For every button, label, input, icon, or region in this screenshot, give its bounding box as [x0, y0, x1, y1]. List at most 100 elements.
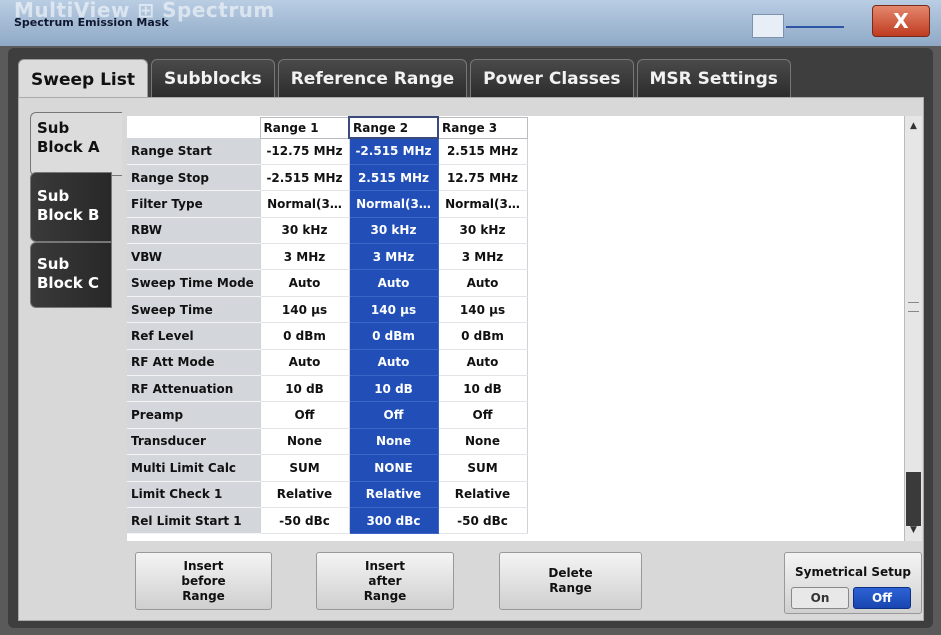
row-label: RF Attenuation: [127, 375, 261, 403]
table-cell[interactable]: Auto: [260, 269, 350, 297]
table-cell[interactable]: -2.515 MHz: [349, 138, 439, 165]
subblock-tab-b[interactable]: Sub Block B: [30, 172, 112, 242]
title-bar: MultiView ⊞ Spectrum Spectrum Emission M…: [0, 0, 941, 46]
button-label-line: Range: [549, 581, 592, 595]
button-label-line: after: [368, 573, 402, 588]
table-cell[interactable]: Auto: [349, 349, 439, 377]
table-cell[interactable]: None: [438, 428, 528, 456]
table-cell[interactable]: -50 dBc: [260, 507, 350, 535]
table-cell[interactable]: Relative: [260, 481, 350, 508]
table-cell[interactable]: 0 dBm: [260, 322, 350, 350]
symmetrical-off-toggle[interactable]: Off: [853, 587, 911, 609]
subblock-tab-label: Block B: [37, 206, 100, 224]
table-row: Rel Limit Start 1 -50 dBc 300 dBc -50 dBc: [127, 507, 528, 535]
tab-reference-range[interactable]: Reference Range: [277, 59, 468, 97]
table-cell[interactable]: 140 µs: [438, 296, 528, 324]
scroll-thumb[interactable]: [906, 472, 921, 526]
row-label: Range Start: [127, 138, 261, 165]
table-cell[interactable]: 2.515 MHz: [438, 138, 528, 165]
table-cell[interactable]: Off: [438, 401, 528, 429]
table-cell[interactable]: Off: [349, 401, 439, 429]
header-corner: [127, 117, 260, 138]
table-cell[interactable]: Relative: [438, 481, 528, 508]
table-cell[interactable]: 0 dBm: [438, 322, 528, 350]
subblock-tab-label: Sub: [37, 187, 70, 205]
table-row: Preamp Off Off Off: [127, 401, 528, 429]
table-cell[interactable]: SUM: [438, 454, 528, 482]
button-label-line: Delete: [548, 566, 593, 580]
tab-subblocks[interactable]: Subblocks: [151, 59, 275, 97]
table-row: VBW 3 MHz 3 MHz 3 MHz: [127, 243, 528, 271]
column-header-range-2[interactable]: Range 2: [348, 116, 439, 139]
row-label: Sweep Time Mode: [127, 269, 261, 297]
table-cell[interactable]: 0 dBm: [349, 322, 439, 350]
scroll-grip-icon: [908, 302, 919, 312]
table-cell[interactable]: SUM: [260, 454, 350, 482]
column-header-range-1[interactable]: Range 1: [259, 116, 350, 139]
row-label: Transducer: [127, 428, 261, 456]
button-label: Delete Range: [548, 566, 592, 596]
table-cell[interactable]: 140 µs: [349, 296, 439, 324]
table-cell[interactable]: 30 kHz: [349, 217, 439, 245]
row-label: RBW: [127, 217, 261, 245]
table-cell[interactable]: 3 MHz: [438, 243, 528, 271]
symmetrical-setup-group: Symetrical Setup On Off: [784, 552, 922, 614]
tab-sweep-list[interactable]: Sweep List: [18, 59, 149, 100]
table-cell[interactable]: 10 dB: [260, 375, 350, 403]
table-cell[interactable]: 300 dBc: [349, 507, 439, 535]
table-cell[interactable]: -12.75 MHz: [260, 138, 350, 165]
scroll-up-icon[interactable]: ▲: [907, 120, 920, 133]
table-cell[interactable]: 30 kHz: [438, 217, 528, 245]
scroll-down-icon[interactable]: ▼: [907, 524, 920, 537]
table-cell[interactable]: Off: [260, 401, 350, 429]
close-button[interactable]: X: [872, 5, 930, 37]
table-cell[interactable]: -50 dBc: [438, 507, 528, 535]
insert-after-range-button[interactable]: Insert after Range: [316, 552, 454, 610]
table-cell[interactable]: Relative: [349, 481, 439, 508]
subblock-tab-a[interactable]: Sub Block A: [30, 112, 122, 176]
subblock-tab-label: Sub: [37, 255, 70, 273]
button-label-line: before: [181, 573, 226, 588]
row-label: Preamp: [127, 401, 261, 429]
column-header-range-3[interactable]: Range 3: [437, 116, 528, 139]
tab-msr-settings[interactable]: MSR Settings: [636, 59, 791, 97]
delete-range-button[interactable]: Delete Range: [499, 552, 642, 610]
table-cell[interactable]: -2.515 MHz: [260, 164, 350, 192]
table-cell[interactable]: Auto: [260, 349, 350, 377]
table-row: Ref Level 0 dBm 0 dBm 0 dBm: [127, 322, 528, 350]
table-cell[interactable]: 10 dB: [438, 375, 528, 403]
subblock-tab-c[interactable]: Sub Block C: [30, 242, 112, 308]
table-cell[interactable]: 3 MHz: [349, 243, 439, 271]
subblock-tab-label: Sub: [37, 119, 70, 137]
table-cell[interactable]: Auto: [438, 269, 528, 297]
table-cell[interactable]: 140 µs: [260, 296, 350, 324]
table-cell[interactable]: Normal(3…: [349, 190, 439, 218]
button-label: Insert after Range: [364, 559, 407, 604]
button-label: Insert before Range: [181, 559, 225, 604]
insert-before-range-button[interactable]: Insert before Range: [135, 552, 272, 610]
table-cell[interactable]: NONE: [349, 454, 439, 482]
symmetrical-on-toggle[interactable]: On: [791, 587, 849, 609]
table-row: Filter Type Normal(3… Normal(3… Normal(3…: [127, 190, 528, 218]
table-cell[interactable]: None: [260, 428, 350, 456]
table-row: RBW 30 kHz 30 kHz 30 kHz: [127, 217, 528, 245]
table-row: Range Stop -2.515 MHz 2.515 MHz 12.75 MHz: [127, 164, 528, 192]
table-scrollbar[interactable]: ▲ ▼: [904, 116, 922, 541]
subblock-tab-label: Block A: [37, 138, 100, 156]
table-cell[interactable]: 3 MHz: [260, 243, 350, 271]
table-cell[interactable]: 2.515 MHz: [349, 164, 439, 192]
table-cell[interactable]: Auto: [349, 269, 439, 297]
table-row: Range Start -12.75 MHz -2.515 MHz 2.515 MHz: [127, 138, 528, 165]
table-cell[interactable]: 12.75 MHz: [438, 164, 528, 192]
title-indicator: [752, 14, 784, 38]
table-cell[interactable]: Normal(3…: [260, 190, 350, 218]
table-cell[interactable]: Normal(3…: [438, 190, 528, 218]
table-row: RF Attenuation 10 dB 10 dB 10 dB: [127, 375, 528, 403]
table-cell[interactable]: 10 dB: [349, 375, 439, 403]
table-cell[interactable]: None: [349, 428, 439, 456]
row-label: VBW: [127, 243, 261, 271]
tab-power-classes[interactable]: Power Classes: [470, 59, 634, 97]
table-cell[interactable]: Auto: [438, 349, 528, 377]
table-cell[interactable]: 30 kHz: [260, 217, 350, 245]
row-label: Ref Level: [127, 322, 261, 350]
